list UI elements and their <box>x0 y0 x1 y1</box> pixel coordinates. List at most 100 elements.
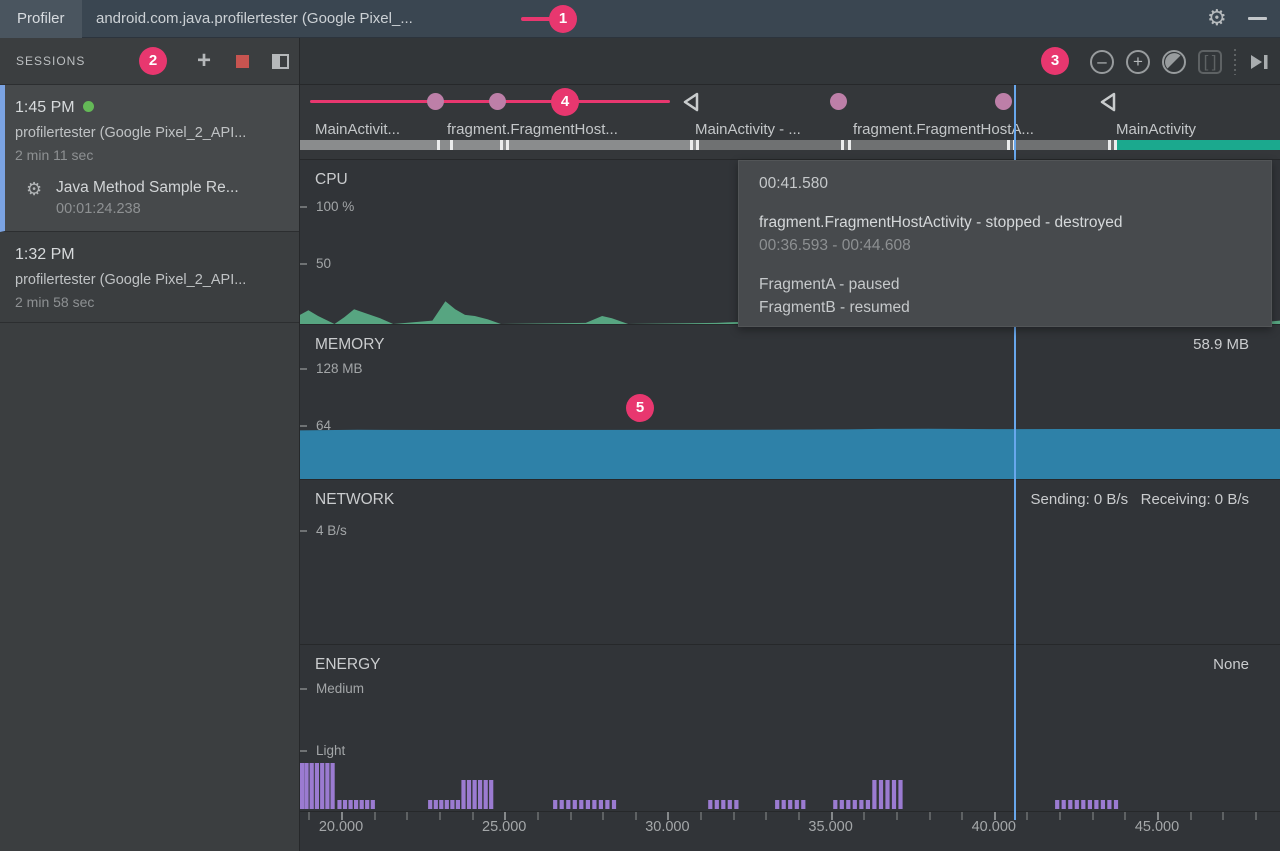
energy-bar <box>728 800 732 809</box>
activity-label: MainActivity - ... <box>695 121 801 138</box>
energy-bar <box>467 780 471 809</box>
axis-minor-tick <box>896 812 898 820</box>
network-tick-4bs: 4 B/s <box>316 523 347 538</box>
energy-bar <box>721 800 725 809</box>
zoom-controls: – + [ ] <box>1090 49 1270 75</box>
touch-event-dot <box>830 93 847 110</box>
energy-bar <box>853 800 857 809</box>
energy-bar <box>715 800 719 809</box>
energy-track[interactable]: ENERGY None Medium Light <box>300 645 1280 812</box>
energy-bar <box>331 763 335 809</box>
back-button-event-icon <box>1098 91 1118 113</box>
memory-track[interactable]: MEMORY 58.9 MB 128 MB 64 <box>300 325 1280 480</box>
energy-bar <box>795 800 799 809</box>
energy-bar <box>371 800 375 809</box>
activity-label: fragment.FragmentHostA... <box>853 121 1034 138</box>
touch-event-dot <box>995 93 1012 110</box>
energy-bar <box>586 800 590 809</box>
energy-bar <box>1101 800 1105 809</box>
gear-icon[interactable]: ⚙ <box>1207 5 1227 31</box>
axis-minor-tick <box>439 812 441 820</box>
artifact-name: Java Method Sample Re... <box>56 179 299 197</box>
stop-session-button[interactable] <box>236 55 249 68</box>
network-receiving: Receiving: 0 B/s <box>1141 491 1249 508</box>
session-device: profilertester (Google Pixel_2_API... <box>5 117 299 141</box>
axis-minor-tick <box>406 812 408 820</box>
lifecycle-event-tick <box>500 140 503 150</box>
energy-bar <box>592 800 596 809</box>
axis-minor-tick <box>537 812 539 820</box>
zoom-in-button[interactable]: + <box>1126 50 1150 74</box>
energy-bar <box>478 780 482 809</box>
axis-minor-tick <box>1190 812 1192 820</box>
session-title[interactable]: android.com.java.profilertester (Google … <box>96 0 413 38</box>
axis-minor-tick <box>929 812 931 820</box>
energy-bar <box>320 763 324 809</box>
energy-bar <box>612 800 616 809</box>
lifecycle-event-tick <box>437 140 440 150</box>
axis-label: 45.000 <box>1127 819 1187 835</box>
energy-bar <box>337 800 341 809</box>
energy-bar <box>300 763 304 809</box>
energy-bar <box>560 800 564 809</box>
new-session-button[interactable]: + <box>197 45 211 77</box>
reset-zoom-button[interactable] <box>1162 50 1186 74</box>
collapse-panel-icon[interactable] <box>272 54 289 69</box>
memory-usage-area-chart <box>300 324 1280 479</box>
axis-minor-tick <box>733 812 735 820</box>
session-time: 1:32 PM <box>0 232 299 264</box>
lifecycle-event-tick <box>1007 140 1010 150</box>
lifecycle-segment <box>698 140 1117 150</box>
lifecycle-event-tick <box>696 140 699 150</box>
sessions-header: SESSIONS <box>16 38 85 85</box>
tooltip-title: fragment.FragmentHostActivity - stopped … <box>759 214 1251 232</box>
energy-bar <box>434 800 438 809</box>
touch-event-dot <box>427 93 444 110</box>
energy-bar <box>879 780 883 809</box>
energy-bar <box>872 780 876 809</box>
energy-bar <box>473 780 477 809</box>
axis-label: 35.000 <box>801 819 861 835</box>
tab-profiler[interactable]: Profiler <box>0 0 82 38</box>
axis-label: 40.000 <box>964 819 1024 835</box>
network-track[interactable]: NETWORK Sending: 0 B/s Receiving: 0 B/s … <box>300 480 1280 645</box>
session-item-current[interactable]: 1:45 PM profilertester (Google Pixel_2_A… <box>0 85 299 232</box>
energy-bar <box>484 780 488 809</box>
energy-bar <box>428 800 432 809</box>
energy-bar <box>708 800 712 809</box>
energy-bar <box>315 763 319 809</box>
session-artifact-row[interactable]: ⚙ Java Method Sample Re... 00:01:24.238 <box>5 179 299 217</box>
energy-bar <box>304 763 308 809</box>
zoom-out-button[interactable]: – <box>1090 50 1114 74</box>
energy-bar <box>775 800 779 809</box>
energy-bar <box>1055 800 1059 809</box>
go-live-button[interactable] <box>1248 51 1270 73</box>
minimize-icon[interactable] <box>1248 17 1267 20</box>
session-item-previous[interactable]: 1:32 PM profilertester (Google Pixel_2_A… <box>0 232 299 323</box>
energy-bar-chart <box>300 644 1280 811</box>
activity-label: MainActivit... <box>315 121 400 138</box>
method-trace-icon: ⚙ <box>26 179 42 200</box>
energy-bar <box>566 800 570 809</box>
axis-minor-tick <box>1059 812 1061 820</box>
energy-bar <box>885 780 889 809</box>
collapse-panel-fill <box>274 56 280 67</box>
sessions-panel: SESSIONS 2 + 1:45 PM profilertester (Goo… <box>0 38 300 851</box>
energy-bar <box>439 800 443 809</box>
axis-minor-tick <box>374 812 376 820</box>
axis-label: 20.000 <box>311 819 371 835</box>
timeline-toolbar: 3 – + [ ] <box>300 38 1280 85</box>
energy-bar <box>1088 800 1092 809</box>
events-timeline[interactable]: 4 MainActivit...fragment.FragmentHost...… <box>300 85 1280 160</box>
energy-bar <box>1068 800 1072 809</box>
zoom-to-selection-button[interactable]: [ ] <box>1198 50 1222 74</box>
lifecycle-event-tick <box>848 140 851 150</box>
lifecycle-event-tick <box>506 140 509 150</box>
lifecycle-event-tick <box>841 140 844 150</box>
energy-bar <box>579 800 583 809</box>
lifecycle-event-tick <box>690 140 693 150</box>
energy-bar <box>788 800 792 809</box>
energy-bar <box>360 800 364 809</box>
energy-bar <box>1114 800 1118 809</box>
live-indicator-dot <box>83 101 94 112</box>
